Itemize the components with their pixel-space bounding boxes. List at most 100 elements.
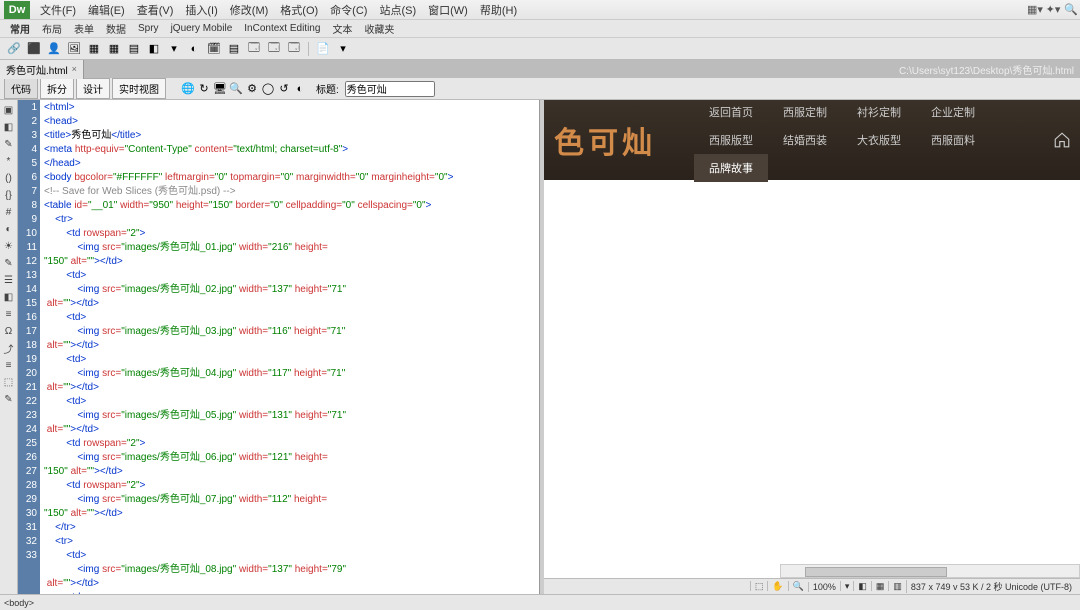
view-design-button[interactable]: 设计 [76,78,110,99]
insert-category[interactable]: 布局 [36,21,68,36]
menu-item[interactable]: 帮助(H) [474,5,523,17]
code-tool-icon[interactable]: {} [2,188,16,202]
menu-item[interactable]: 站点(S) [373,5,422,17]
nav-link[interactable]: 结婚西装 [768,126,842,154]
toolbar-icon[interactable]: ▦ [86,41,102,57]
code-tool-icon[interactable]: ✎ [2,137,16,151]
code-tool-icon[interactable]: ≡ [2,358,16,372]
tab-label: 秀色可灿.html [6,62,68,77]
title-input[interactable] [345,81,435,97]
zoom-tool-icon[interactable]: ✋ [767,581,787,591]
insert-category[interactable]: 数据 [100,21,132,36]
insert-category[interactable]: 表单 [68,21,100,36]
panel-icon[interactable]: ▦ [871,581,889,591]
code-tool-icon[interactable]: Ω [2,324,16,338]
toolbar-icon[interactable]: ⬛ [26,41,42,57]
nav-link[interactable]: 西服面料 [916,126,990,154]
zoom-level[interactable]: 100% [808,582,840,592]
nav-link[interactable]: 西服定制 [768,100,842,126]
insert-category[interactable]: InContext Editing [238,23,326,34]
line-gutter: 1234567891011121314151617181920212223242… [18,100,40,594]
view-split-button[interactable]: 拆分 [40,78,74,99]
code-tool-icon[interactable]: ☀ [2,239,16,253]
doc-tool-icon[interactable]: ↻ [196,80,212,96]
toolbar-icon[interactable]: 🗔 [266,41,282,57]
toolbar-icon[interactable]: ▤ [126,41,142,57]
doc-tool-icon[interactable]: ◐ [292,81,308,97]
toolbar-icon[interactable]: 📄 [315,41,331,57]
insert-category[interactable]: 文本 [326,21,358,36]
menu-item[interactable]: 窗口(W) [422,5,474,17]
toolbar-icon[interactable]: 🗔 [286,41,302,57]
toolbar-icon[interactable]: 🔗 [6,41,22,57]
code-tool-icon[interactable]: ◐ [2,222,16,236]
toolbar-icon[interactable]: ▤ [226,41,242,57]
preview-statusbar: ⬚✋🔍 100% ▾◧▦▥ 837 x 749 v 53 K / 2 秒 Uni… [544,578,1080,594]
code-tool-icon[interactable]: ✎ [2,256,16,270]
menu-item[interactable]: 查看(V) [131,5,180,17]
code-tool-icon[interactable]: ✎ [2,392,16,406]
panel-icon[interactable]: ▾ [840,581,854,591]
nav-link[interactable]: 西服版型 [694,126,768,154]
menu-item[interactable]: 插入(I) [179,5,223,17]
menu-item[interactable]: 编辑(E) [82,5,131,17]
code-tool-icon[interactable]: ≡ [2,307,16,321]
file-path: C:\Users\syt123\Desktop\秀色可灿.html [899,62,1074,77]
menu-item[interactable]: 修改(M) [224,5,275,17]
view-live-button[interactable]: 实时视图 [112,78,166,99]
insert-category[interactable]: Spry [132,23,165,34]
panel-icon[interactable]: ◧ [853,581,871,591]
nav-link[interactable]: 大衣版型 [842,126,916,154]
code-tool-icon[interactable]: ⤴ [2,341,16,355]
menu-item[interactable]: 命令(C) [324,5,373,17]
code-tool-icon[interactable]: ⬚ [2,375,16,389]
insert-category[interactable]: 收藏夹 [358,21,400,36]
doc-tool-icon[interactable]: ↺ [276,80,292,96]
code-editor[interactable]: <html><head><title>秀色可灿</title><meta htt… [40,100,540,594]
toolbar-icon[interactable]: ◧ [146,41,162,57]
view-code-button[interactable]: 代码 [4,78,38,99]
hero-logo-text: 色可灿 [544,118,694,162]
code-tool-icon[interactable]: ☰ [2,273,16,287]
panel-icon[interactable]: ▥ [888,581,906,591]
code-tool-icon[interactable]: ▣ [2,103,16,117]
search-icon[interactable]: 🔍 [1062,3,1080,16]
extend-icon[interactable]: ✦▾ [1044,3,1062,16]
toolbar-icon[interactable]: ▾ [335,41,351,57]
nav-link[interactable]: 品牌故事 [694,154,768,182]
code-tool-icon[interactable]: # [2,205,16,219]
tab-file[interactable]: 秀色可灿.html × [0,60,84,79]
home-icon[interactable] [1044,131,1080,149]
design-preview[interactable]: 色可灿 返回首页西服定制衬衫定制企业定制西服版型结婚西装大衣版型西服面料品牌故事… [544,100,1080,594]
toolbar-icon[interactable]: ▦ [106,41,122,57]
insert-category[interactable]: jQuery Mobile [165,23,239,34]
code-tool-icon[interactable]: ◧ [2,120,16,134]
toolbar-icon[interactable]: 🗓 [206,41,222,57]
code-tool-icon[interactable]: () [2,171,16,185]
close-icon[interactable]: × [72,64,77,74]
preview-scrollbar[interactable] [780,564,1080,578]
code-toolbar: ▣ ◧ ✎ * () {} # ◐ ☀ ✎ ☰ ◧ ≡ Ω ⤴ ≡ ⬚ ✎ [0,100,18,594]
code-tool-icon[interactable]: ◧ [2,290,16,304]
toolbar-icon[interactable]: 🖼 [66,41,82,57]
toolbar-icon[interactable]: ◐ [186,41,202,57]
nav-link[interactable]: 衬衫定制 [842,100,916,126]
menu-item[interactable]: 格式(O) [274,5,324,17]
doc-tool-icon[interactable]: ◯ [260,80,276,96]
tag-selector[interactable]: <body> [4,598,34,608]
toolbar-icon[interactable]: 👤 [46,41,62,57]
doc-tool-icon[interactable]: 🔍 [228,80,244,96]
zoom-tool-icon[interactable]: ⬚ [750,581,768,591]
code-tool-icon[interactable]: * [2,154,16,168]
nav-link[interactable]: 返回首页 [694,100,768,126]
doc-tool-icon[interactable]: 🌐 [180,80,196,96]
nav-link[interactable]: 企业定制 [916,100,990,126]
insert-category[interactable]: 常用 [4,21,36,36]
zoom-tool-icon[interactable]: 🔍 [788,581,808,591]
toolbar-icon[interactable]: ▾ [166,41,182,57]
layout-icon[interactable]: ▦▾ [1026,3,1044,16]
toolbar-icon[interactable]: 🗔 [246,41,262,57]
menu-item[interactable]: 文件(F) [34,5,82,17]
doc-tool-icon[interactable]: ⚙ [244,80,260,96]
doc-tool-icon[interactable]: 🖥 [212,80,228,96]
